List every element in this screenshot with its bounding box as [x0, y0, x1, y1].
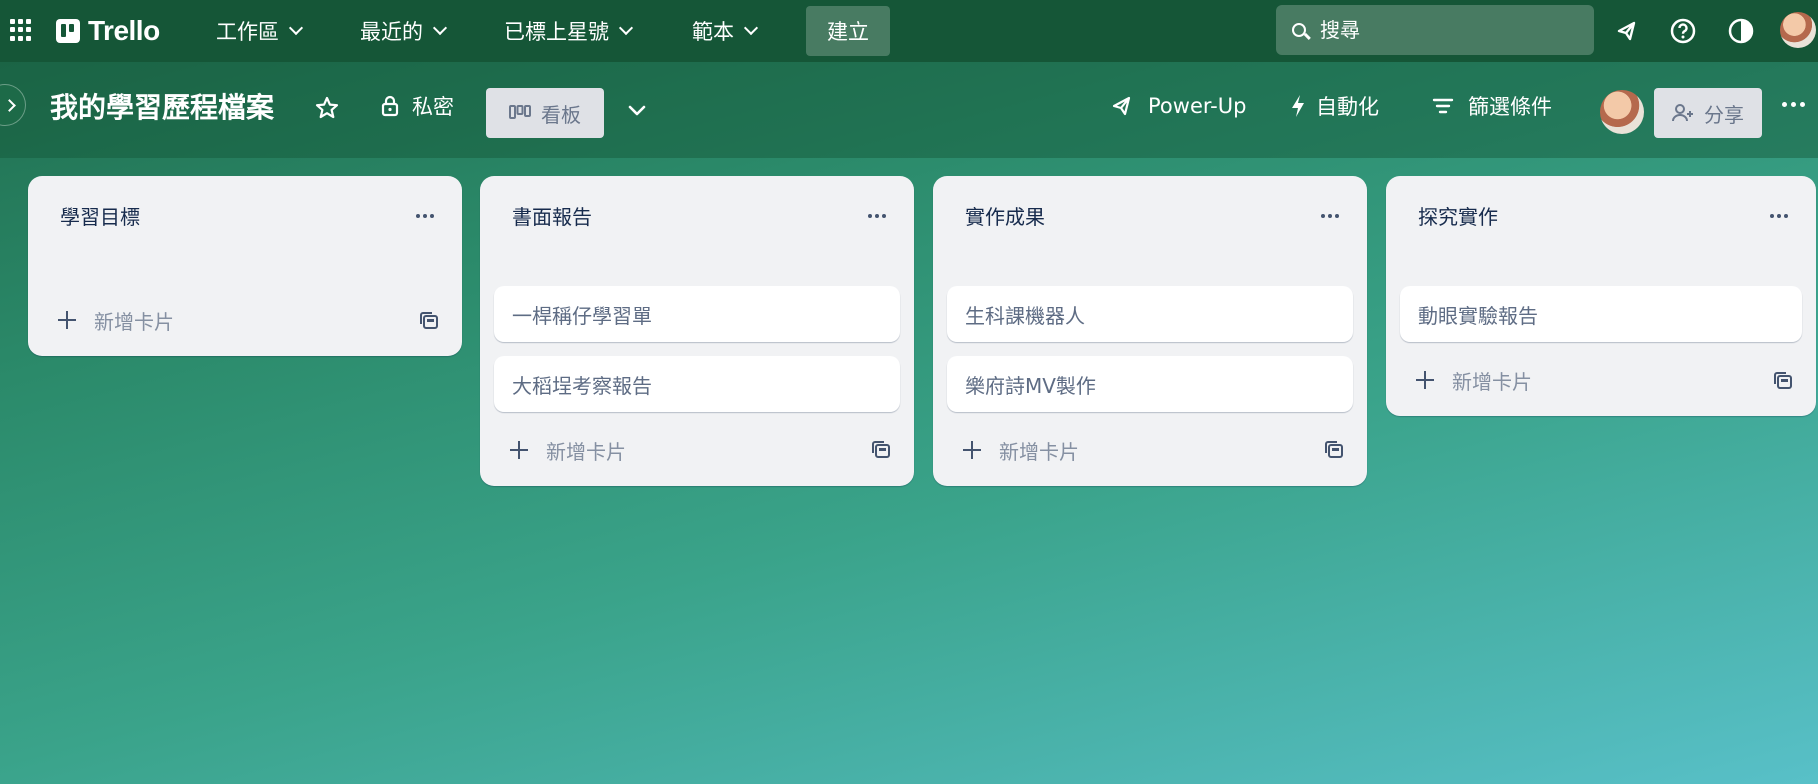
add-card-button[interactable]: 新增卡片 [963, 432, 1079, 468]
view-label: 看板 [541, 102, 581, 127]
list-column: 探究實作 動眼實驗報告 新增卡片 [1386, 176, 1816, 416]
create-button[interactable]: 建立 [806, 6, 890, 56]
share-label: 分享 [1704, 102, 1744, 127]
list-title[interactable]: 探究實作 [1418, 201, 1498, 230]
top-navigation-bar: Trello 工作區 最近的 已標上星號 範本 建立 [0, 0, 1818, 62]
trello-logo-icon [56, 19, 80, 43]
filter-label: 篩選條件 [1468, 95, 1552, 119]
chevron-down-icon[interactable] [626, 100, 648, 122]
list-column: 學習目標 新增卡片 [28, 176, 462, 356]
card-template-icon[interactable] [1323, 439, 1345, 461]
chevron-down-icon [288, 20, 304, 36]
search-input[interactable] [1320, 18, 1570, 42]
board-view-icon [509, 105, 531, 119]
card-template-icon[interactable] [870, 439, 892, 461]
workspaces-menu-label: 工作區 [216, 20, 279, 44]
megaphone-icon[interactable] [1610, 14, 1644, 48]
card[interactable]: 大稻埕考察報告 [494, 356, 900, 412]
card[interactable]: 動眼實驗報告 [1400, 286, 1802, 342]
add-person-icon [1672, 104, 1693, 122]
plus-icon [1416, 371, 1434, 389]
board-member-avatar[interactable] [1600, 90, 1644, 134]
chevron-down-icon [618, 20, 634, 36]
card-template-icon[interactable] [1772, 370, 1794, 392]
add-card-button[interactable]: 新增卡片 [58, 302, 174, 338]
starred-menu[interactable]: 已標上星號 [504, 14, 634, 48]
list-menu-icon[interactable] [416, 214, 434, 218]
power-ups-label: Power-Up [1148, 94, 1247, 118]
help-icon[interactable] [1666, 14, 1700, 48]
board-header: 我的學習歷程檔案 私密 看板 Power-Up 自動化 篩選條件 分享 [0, 62, 1818, 158]
user-avatar[interactable] [1780, 12, 1816, 48]
list-menu-icon[interactable] [868, 214, 886, 218]
workspaces-menu[interactable]: 工作區 [216, 14, 304, 48]
card-template-icon[interactable] [418, 310, 440, 332]
filter-button[interactable]: 篩選條件 [1432, 88, 1552, 124]
board-title[interactable]: 我的學習歷程檔案 [50, 86, 274, 126]
search-box[interactable] [1276, 5, 1594, 55]
list-title[interactable]: 書面報告 [512, 201, 592, 230]
trello-logo[interactable]: Trello [56, 14, 160, 48]
board-view-button[interactable]: 看板 [486, 88, 604, 138]
templates-menu[interactable]: 範本 [692, 14, 759, 48]
star-board-button[interactable] [314, 90, 340, 126]
visibility-label: 私密 [412, 95, 454, 119]
visibility-button[interactable]: 私密 [380, 88, 454, 124]
list-title[interactable]: 實作成果 [965, 201, 1045, 230]
lock-icon [381, 95, 399, 117]
logo-text: Trello [88, 15, 160, 46]
add-card-label: 新增卡片 [999, 439, 1079, 464]
list-column: 實作成果 生科課機器人 樂府詩MV製作 新增卡片 [933, 176, 1367, 486]
card[interactable]: 一桿稱仔學習單 [494, 286, 900, 342]
add-card-button[interactable]: 新增卡片 [1416, 362, 1532, 398]
add-card-label: 新增卡片 [94, 309, 174, 334]
list-menu-icon[interactable] [1770, 214, 1788, 218]
star-icon [315, 96, 339, 119]
chevron-down-icon [743, 20, 759, 36]
theme-contrast-icon[interactable] [1724, 14, 1758, 48]
power-ups-button[interactable]: Power-Up [1110, 88, 1246, 124]
recent-menu-label: 最近的 [360, 20, 423, 44]
rocket-icon [1112, 96, 1131, 116]
chevron-down-icon [432, 20, 448, 36]
share-button[interactable]: 分享 [1654, 88, 1762, 138]
list-menu-icon[interactable] [1321, 214, 1339, 218]
list-title[interactable]: 學習目標 [60, 201, 140, 230]
list-column: 書面報告 一桿稱仔學習單 大稻埕考察報告 新增卡片 [480, 176, 914, 486]
starred-menu-label: 已標上星號 [504, 20, 609, 44]
search-icon [1292, 23, 1306, 37]
apps-grid-icon[interactable] [10, 19, 32, 41]
add-card-label: 新增卡片 [1452, 369, 1532, 394]
sidebar-expand-button[interactable] [0, 84, 26, 126]
recent-menu[interactable]: 最近的 [360, 14, 448, 48]
card[interactable]: 生科課機器人 [947, 286, 1353, 342]
card[interactable]: 樂府詩MV製作 [947, 356, 1353, 412]
automation-label: 自動化 [1316, 95, 1379, 119]
templates-menu-label: 範本 [692, 20, 734, 44]
plus-icon [963, 441, 981, 459]
add-card-button[interactable]: 新增卡片 [510, 432, 626, 468]
plus-icon [510, 441, 528, 459]
plus-icon [58, 311, 76, 329]
board-menu-icon[interactable] [1782, 102, 1805, 107]
filter-icon [1432, 98, 1454, 114]
add-card-label: 新增卡片 [546, 439, 626, 464]
automation-button[interactable]: 自動化 [1290, 88, 1379, 124]
lightning-icon [1292, 95, 1304, 117]
